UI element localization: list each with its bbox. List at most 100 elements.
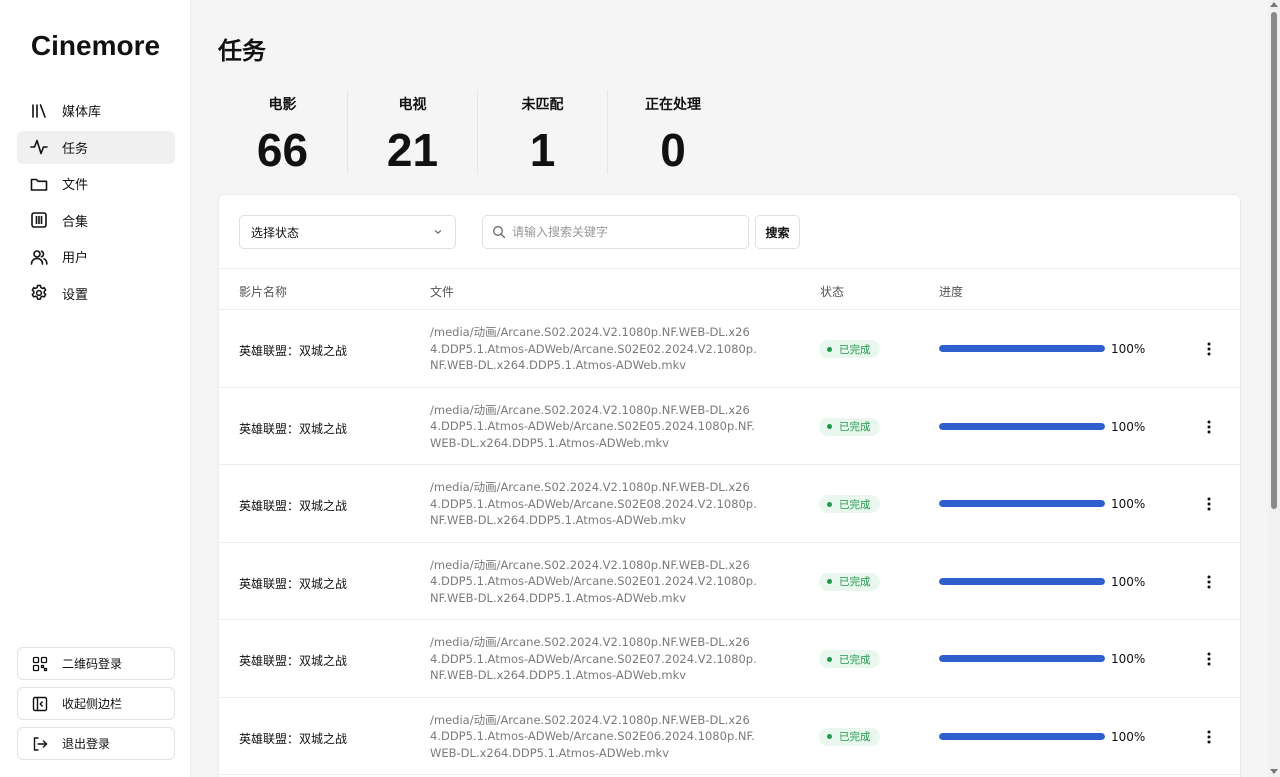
sidebar-item-label: 合集 — [62, 214, 89, 230]
progress-bar — [939, 422, 1105, 430]
stat-value: 1 — [529, 124, 556, 176]
page-scrollbar[interactable] — [1268, 0, 1280, 777]
cell-title: 英雄联盟：双城之战 — [239, 499, 348, 513]
collapse-sidebar-button[interactable]: 收起侧边栏 — [17, 687, 175, 720]
table-row[interactable]: 英雄联盟：双城之战 /media/动画/Arcane.S02.2024.V2.1… — [219, 465, 1240, 543]
sidebar-footer: 二维码登录 收起侧边栏 退出登录 — [17, 647, 175, 767]
sidebar: Cinemore 媒体库 任务 文件 合集 用户 设置 二维码登录 收起侧边栏 … — [0, 0, 191, 777]
collection-icon — [29, 211, 49, 229]
logout-icon — [31, 735, 49, 753]
column-header-title: 影片名称 — [239, 285, 288, 299]
progress-text: 100% — [1111, 574, 1146, 589]
app-logo[interactable]: Cinemore — [0, 30, 191, 62]
collapse-sidebar-label: 收起侧边栏 — [62, 697, 123, 711]
cell-title: 英雄联盟：双城之战 — [239, 654, 348, 668]
table-row[interactable]: 英雄联盟：双城之战 /media/动画/Arcane.S02.2024.V2.1… — [219, 388, 1240, 465]
status-dot-icon — [827, 734, 832, 739]
library-icon — [29, 102, 49, 120]
sidebar-item-tasks[interactable]: 任务 — [17, 130, 175, 164]
stat-processing: 正在处理 0 — [608, 90, 738, 176]
cell-file: /media/动画/Arcane.S02.2024.V2.1080p.NF.WE… — [430, 325, 757, 372]
status-select-value: 选择状态 — [251, 225, 300, 240]
progress-fill — [939, 732, 1105, 740]
progress-bar — [939, 655, 1105, 662]
more-options-icon[interactable] — [1199, 648, 1219, 670]
stat-label: 电视 — [398, 97, 427, 113]
logout-button[interactable]: 退出登录 — [17, 727, 175, 760]
status-dot-icon — [827, 424, 832, 429]
progress-text: 100% — [1111, 652, 1146, 666]
more-options-icon[interactable] — [1199, 338, 1219, 360]
progress-fill — [939, 577, 1105, 585]
column-header-file: 文件 — [430, 285, 455, 299]
sidebar-item-label: 用户 — [62, 251, 89, 267]
table-row[interactable]: 英雄联盟：双城之战 /media/动画/Arcane.S02.2024.V2.1… — [219, 620, 1240, 698]
more-options-icon[interactable] — [1199, 726, 1219, 748]
sidebar-item-users[interactable]: 用户 — [17, 240, 175, 273]
cell-title: 英雄联盟：双城之战 — [239, 576, 348, 591]
status-dot-icon — [827, 579, 832, 584]
tasks-card: 选择状态 搜索 影片名称 文件 状态 进度 英雄联盟：双城之战 /media/动… — [218, 194, 1241, 777]
filter-toolbar: 选择状态 搜索 — [219, 195, 1240, 269]
stat-value: 66 — [256, 124, 309, 176]
sidebar-item-label: 媒体库 — [62, 105, 102, 120]
status-badge: 已完成 — [819, 340, 880, 358]
search-input[interactable] — [512, 225, 732, 239]
status-badge-label: 已完成 — [839, 731, 871, 743]
stat-label: 正在处理 — [645, 97, 701, 113]
table-row[interactable]: 英雄联盟：双城之战 /media/动画/Arcane.S02.2024.V2.1… — [219, 698, 1240, 775]
stat-value: 0 — [660, 124, 686, 176]
sidebar-item-settings[interactable]: 设置 — [17, 277, 175, 310]
status-badge-label: 已完成 — [839, 343, 871, 356]
status-dot-icon — [827, 501, 832, 507]
collapse-sidebar-icon — [31, 695, 49, 713]
sidebar-item-label: 文件 — [62, 178, 89, 194]
stats-panel: 电影 66 电视 21 未匹配 1 正在处理 0 — [218, 90, 738, 176]
search-icon — [493, 226, 506, 239]
qrcode-icon — [31, 655, 49, 673]
progress-fill — [939, 655, 1105, 662]
stat-unmatched: 未匹配 1 — [478, 90, 608, 176]
qrcode-login-button[interactable]: 二维码登录 — [17, 647, 175, 680]
folder-icon — [29, 175, 49, 193]
page-title: 任务 — [218, 37, 266, 65]
cell-file: /media/动画/Arcane.S02.2024.V2.1080p.NF.WE… — [430, 480, 757, 527]
stat-value: 21 — [386, 124, 439, 176]
more-options-icon[interactable] — [1199, 416, 1219, 438]
status-badge-label: 已完成 — [839, 498, 871, 511]
gear-icon — [29, 284, 49, 302]
cell-file: /media/动画/Arcane.S02.2024.V2.1080p.NF.WE… — [430, 557, 757, 605]
scroll-down-icon[interactable] — [1270, 769, 1278, 774]
more-options-icon[interactable] — [1199, 571, 1219, 593]
status-select[interactable]: 选择状态 — [239, 215, 456, 249]
table-row[interactable]: 英雄联盟：双城之战 /media/动画/Arcane.S02.2024.V2.1… — [219, 310, 1240, 388]
progress-fill — [939, 345, 1105, 352]
progress-text: 100% — [1111, 342, 1146, 356]
main-content: 任务 电影 66 电视 21 未匹配 1 正在处理 0 选择状态 请输入搜索关键… — [192, 0, 1268, 777]
sidebar-item-library[interactable]: 媒体库 — [17, 94, 175, 127]
status-badge: 已完成 — [819, 495, 880, 513]
stat-label: 未匹配 — [521, 97, 564, 113]
search-button[interactable]: 搜索 — [755, 215, 800, 249]
stat-label: 电影 — [268, 97, 297, 113]
sidebar-item-collections[interactable]: 合集 — [17, 204, 175, 237]
status-badge: 已完成 — [819, 727, 880, 746]
status-badge-label: 已完成 — [839, 576, 871, 588]
stat-tv: 电视 21 — [348, 90, 478, 176]
cell-file: /media/动画/Arcane.S02.2024.V2.1080p.NF.WE… — [430, 635, 757, 682]
status-badge: 已完成 — [819, 650, 880, 668]
column-header-status: 状态 — [820, 285, 845, 299]
status-badge: 已完成 — [819, 417, 880, 436]
table-row[interactable]: 英雄联盟：双城之战 /media/动画/Arcane.S02.2024.V2.1… — [219, 543, 1240, 620]
status-badge-label: 已完成 — [839, 421, 871, 433]
progress-fill — [939, 500, 1105, 507]
cell-file: /media/动画/Arcane.S02.2024.V2.1080p.NF.WE… — [430, 402, 755, 450]
scroll-up-icon[interactable] — [1270, 2, 1278, 7]
logout-label: 退出登录 — [62, 737, 111, 751]
more-options-icon[interactable] — [1199, 493, 1219, 515]
progress-text: 100% — [1111, 419, 1146, 434]
sidebar-item-files[interactable]: 文件 — [17, 167, 175, 200]
search-box — [482, 215, 749, 249]
scrollbar-thumb[interactable] — [1271, 12, 1277, 509]
activity-icon — [29, 138, 49, 156]
